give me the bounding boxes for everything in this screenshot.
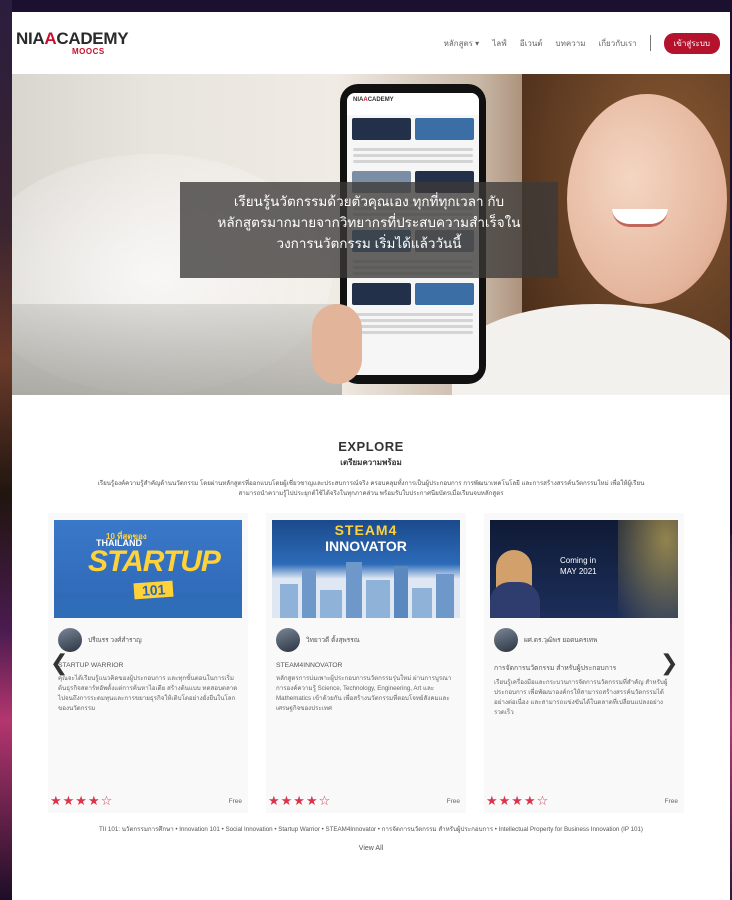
course-footer: ★★★★☆ Free bbox=[48, 789, 248, 813]
thumbnail-text: MAY 2021 bbox=[560, 567, 597, 576]
explore-description: เรียนรู้องค์ความรู้สำคัญด้านนวัตกรรม โดย… bbox=[97, 480, 645, 497]
hero-caption-line: หลักสูตรมากมายจากวิทยากรที่ประสบความสำเร… bbox=[217, 215, 521, 230]
hero-caption-line: เรียนรู้นวัตกรรมด้วยตัวคุณเอง ทุกที่ทุกเ… bbox=[233, 194, 505, 209]
hero-hand bbox=[312, 304, 362, 384]
author-name: วิทยาวดี ตั้งสุพรรณ bbox=[306, 637, 360, 644]
nav-item-articles[interactable]: บทความ bbox=[556, 37, 586, 50]
carousel-next-arrow-icon[interactable]: ❯ bbox=[660, 651, 678, 676]
course-description: เรียนรู้เครื่องมือและกระบวนการจัดการนวัต… bbox=[494, 679, 668, 716]
course-title[interactable]: STARTUP WARRIOR bbox=[48, 652, 248, 669]
avatar bbox=[494, 628, 518, 652]
course-description: หลักสูตรการบ่มเพาะผู้ประกอบการนวัตกรรมรุ… bbox=[276, 675, 452, 712]
hero-background-floor bbox=[12, 304, 342, 395]
thumbnail-text: Coming in bbox=[560, 556, 597, 565]
course-card[interactable]: STEAM4 INNOVATOR วิทยาวดี ตั้งสุพรรณ STE… bbox=[266, 513, 466, 813]
explore-section: EXPLORE เตรียมความพร้อม เรียนรู้องค์ความ… bbox=[12, 395, 730, 499]
nav-item-about[interactable]: เกี่ยวกับเรา bbox=[598, 37, 636, 50]
explore-title: EXPLORE bbox=[338, 439, 404, 454]
phone-screen-logo: NIAACADEMY bbox=[347, 93, 479, 115]
course-list-links[interactable]: TII 101: นวัตกรรมการศึกษา • Innovation 1… bbox=[71, 825, 671, 835]
thumbnail-text: INNOVATOR bbox=[325, 538, 407, 554]
course-author: ผศ.ดร.วุฒิพร ยอดนครเทพ bbox=[484, 618, 684, 652]
site-logo[interactable]: NIAACADEMY MOOCS bbox=[16, 29, 129, 56]
carousel-prev-arrow-icon[interactable]: ❮ bbox=[50, 651, 68, 676]
thumbnail-text: 101 bbox=[133, 580, 174, 600]
hero-person-face bbox=[567, 94, 727, 304]
rating-stars: ★★★★☆ bbox=[486, 793, 550, 808]
nav-item-live[interactable]: ไลฟ์ bbox=[492, 37, 507, 50]
login-button[interactable]: เข้าสู่ระบบ bbox=[663, 32, 720, 54]
nav-item-events[interactable]: อีเวนต์ bbox=[520, 37, 543, 50]
course-thumbnail[interactable]: Coming in MAY 2021 bbox=[490, 520, 678, 618]
thumbnail-text: STARTUP bbox=[88, 545, 221, 578]
thumbnail-text: STEAM4 bbox=[334, 522, 398, 538]
logo-text: NIAACADEMY bbox=[16, 29, 129, 48]
explore-subtitle: เตรียมความพร้อม bbox=[340, 458, 402, 467]
author-name: ผศ.ดร.วุฒิพร ยอดนครเทพ bbox=[524, 637, 598, 644]
nav-item-courses[interactable]: หลักสูตร ▾ bbox=[444, 37, 480, 50]
course-author: วิทยาวดี ตั้งสุพรรณ bbox=[266, 618, 466, 652]
rating-stars: ★★★★☆ bbox=[268, 793, 332, 808]
course-footer: ★★★★☆ Free bbox=[484, 789, 684, 813]
course-carousel: 10 ที่สุดของ THAILAND STARTUP 101 ปรีณรร… bbox=[48, 513, 702, 813]
view-all-link[interactable]: View All bbox=[12, 845, 730, 852]
rating-stars: ★★★★☆ bbox=[50, 793, 114, 808]
avatar bbox=[58, 628, 82, 652]
hero-caption-line: วงการนวัตกรรม เริ่มได้แล้ววันนี้ bbox=[276, 236, 462, 251]
course-card[interactable]: 10 ที่สุดของ THAILAND STARTUP 101 ปรีณรร… bbox=[48, 513, 248, 813]
hero-person-shoulder bbox=[452, 304, 730, 395]
main-nav: หลักสูตร ▾ ไลฟ์ อีเวนต์ บทความ เกี่ยวกับ… bbox=[444, 32, 720, 54]
page: NIAACADEMY MOOCS หลักสูตร ▾ ไลฟ์ อีเวนต์… bbox=[12, 12, 730, 900]
course-thumbnail[interactable]: STEAM4 INNOVATOR bbox=[272, 520, 460, 618]
backdrop-left-strip bbox=[0, 0, 12, 900]
logo-subtext: MOOCS bbox=[72, 47, 105, 56]
avatar bbox=[276, 628, 300, 652]
course-price: Free bbox=[228, 797, 242, 805]
course-footer: ★★★★☆ Free bbox=[266, 789, 466, 813]
course-title[interactable]: STEAM4INNOVATOR bbox=[266, 652, 466, 669]
nav-divider bbox=[649, 35, 651, 51]
course-card[interactable]: Coming in MAY 2021 ผศ.ดร.วุฒิพร ยอดนครเท… bbox=[484, 513, 684, 813]
site-header: NIAACADEMY MOOCS หลักสูตร ▾ ไลฟ์ อีเวนต์… bbox=[12, 12, 730, 74]
course-thumbnail[interactable]: 10 ที่สุดของ THAILAND STARTUP 101 bbox=[54, 520, 242, 618]
hero-caption: เรียนรู้นวัตกรรมด้วยตัวคุณเอง ทุกที่ทุกเ… bbox=[180, 182, 558, 278]
course-author: ปรีณรร วงศ์สำราญ bbox=[48, 618, 248, 652]
course-price: Free bbox=[446, 797, 460, 805]
author-name: ปรีณรร วงศ์สำราญ bbox=[88, 637, 142, 644]
course-price: Free bbox=[664, 797, 678, 805]
course-description: คุณจะได้เรียนรู้แนวคิดของผู้ประกอบการ แล… bbox=[58, 675, 238, 712]
hero-banner: NIAACADEMY เรียนรู้นวัตกรรมด้วยตัวคุณเอง… bbox=[12, 74, 730, 395]
course-title[interactable]: การจัดการนวัตกรรม สำหรับผู้ประกอบการ bbox=[484, 652, 684, 673]
